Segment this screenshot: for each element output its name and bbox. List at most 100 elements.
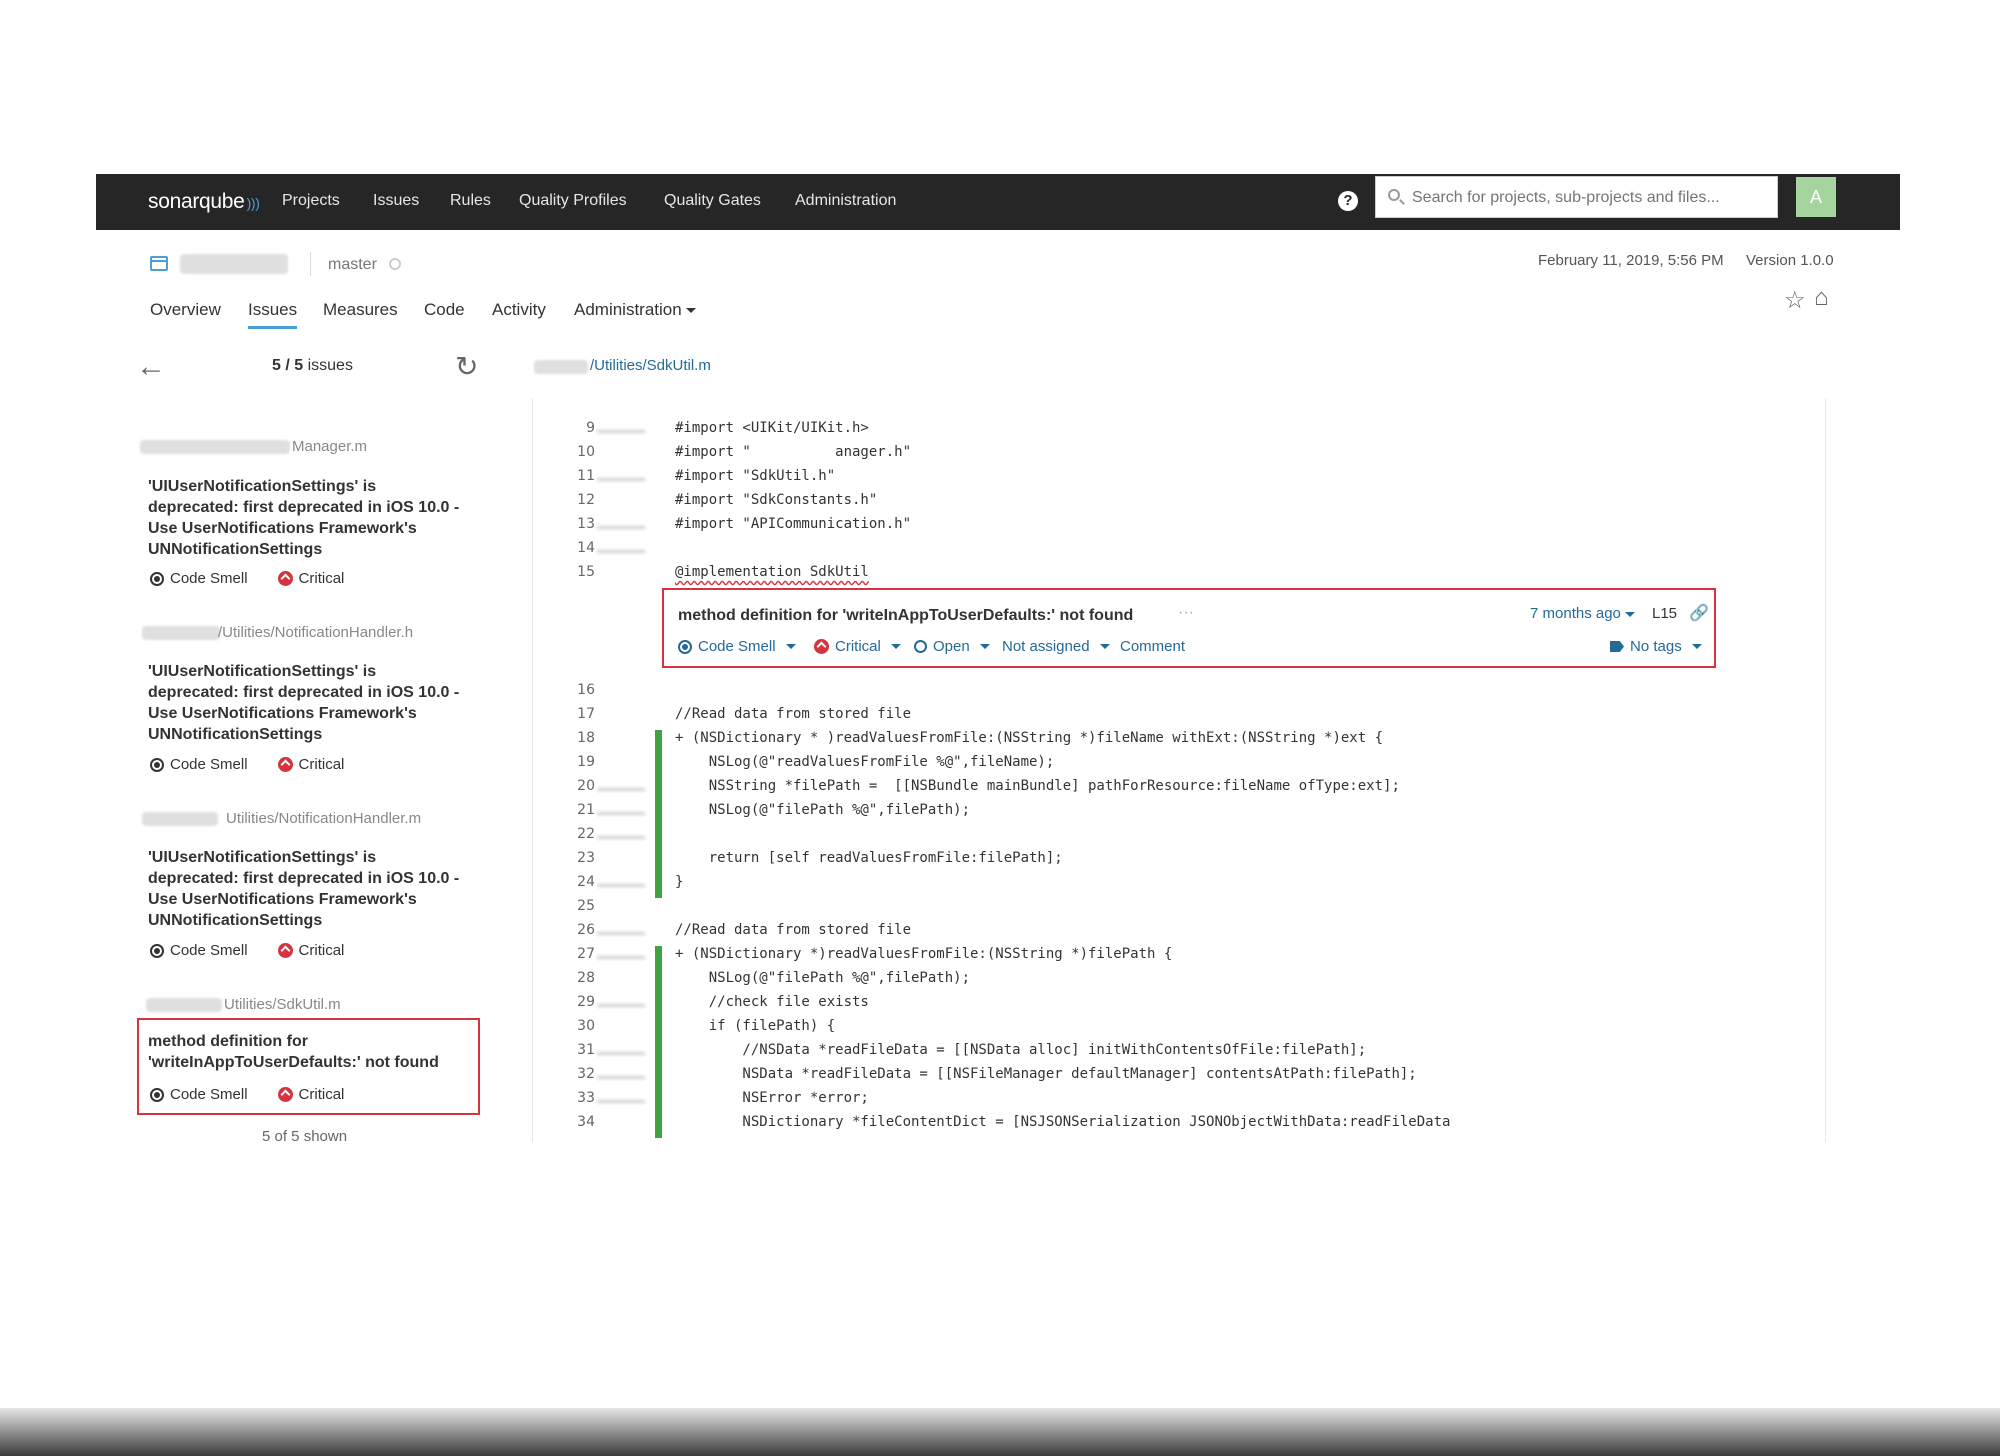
file-path-breadcrumb[interactable]: /Utilities/SdkUtil.m bbox=[590, 357, 711, 374]
line-number[interactable]: 14 bbox=[551, 540, 595, 556]
shown-count: 5 of 5 shown bbox=[262, 1128, 348, 1145]
line-number[interactable]: 24 bbox=[551, 874, 595, 890]
redacted-blame bbox=[597, 884, 645, 887]
more-dots-icon[interactable]: ··· bbox=[1178, 604, 1194, 622]
line-number[interactable]: 33 bbox=[551, 1090, 595, 1106]
code-smell-icon bbox=[150, 1087, 164, 1102]
tab-activity[interactable]: Activity bbox=[492, 300, 546, 320]
critical-icon bbox=[277, 1087, 293, 1102]
coverage-bar bbox=[655, 802, 662, 826]
code-line: 34 NSDictionary *fileContentDict = [NSJS… bbox=[533, 1114, 1825, 1138]
redacted-blame bbox=[597, 1076, 645, 1079]
coverage-bar bbox=[655, 1114, 662, 1138]
help-icon[interactable]: ? bbox=[1338, 191, 1358, 211]
line-number[interactable]: 19 bbox=[551, 754, 595, 770]
code-smell-icon bbox=[150, 943, 164, 958]
star-icon[interactable]: ☆ bbox=[1784, 286, 1806, 315]
home-icon[interactable]: ⌂ bbox=[1814, 284, 1829, 312]
line-number[interactable]: 29 bbox=[551, 994, 595, 1010]
redacted-blame bbox=[597, 550, 645, 553]
nav-quality-gates[interactable]: Quality Gates bbox=[664, 192, 761, 210]
nav-rules[interactable]: Rules bbox=[450, 192, 491, 210]
sonarqube-logo[interactable]: sonarqube))) bbox=[148, 190, 260, 214]
code-smell-icon bbox=[150, 757, 164, 772]
redacted-file bbox=[142, 812, 218, 826]
issue-message[interactable]: method definition for 'writeInAppToUserD… bbox=[678, 607, 1133, 625]
line-number[interactable]: 28 bbox=[551, 970, 595, 986]
coverage-bar bbox=[655, 970, 662, 994]
issue-message[interactable]: method definition for 'writeInAppToUserD… bbox=[148, 1031, 474, 1073]
assignee-dropdown[interactable]: Not assigned bbox=[1002, 638, 1110, 655]
issue-file: Manager.m bbox=[292, 438, 368, 455]
line-number[interactable]: 18 bbox=[551, 730, 595, 746]
chevron-down-icon bbox=[1624, 611, 1635, 617]
tab-code[interactable]: Code bbox=[424, 300, 465, 320]
code-text: } bbox=[675, 874, 684, 890]
line-number[interactable]: 27 bbox=[551, 946, 595, 962]
issue-type-dropdown[interactable]: Code Smell bbox=[678, 638, 796, 655]
line-number[interactable]: 15 bbox=[551, 564, 595, 580]
nav-projects[interactable]: Projects bbox=[282, 192, 340, 210]
issue-age[interactable]: 7 months ago bbox=[1530, 605, 1635, 622]
nav-administration[interactable]: Administration bbox=[795, 192, 896, 210]
line-number[interactable]: 10 bbox=[551, 444, 595, 460]
permalink-icon[interactable]: 🔗 bbox=[1689, 603, 1709, 623]
project-version: Version 1.0.0 bbox=[1746, 252, 1834, 269]
issue-count: 5 / 5 issues bbox=[272, 357, 353, 374]
critical-icon bbox=[277, 943, 293, 958]
line-number[interactable]: 12 bbox=[551, 492, 595, 508]
line-number[interactable]: 23 bbox=[551, 850, 595, 866]
user-avatar[interactable]: A bbox=[1796, 177, 1836, 217]
back-arrow-icon[interactable]: ← bbox=[136, 350, 166, 384]
line-number[interactable]: 21 bbox=[551, 802, 595, 818]
tab-issues[interactable]: Issues bbox=[248, 300, 298, 329]
redacted-path bbox=[534, 360, 588, 374]
code-text: #import "APICommunication.h" bbox=[675, 516, 912, 532]
code-text: @implementation SdkUtil bbox=[675, 564, 869, 580]
code-text: //Read data from stored file bbox=[675, 706, 912, 722]
nav-quality-profiles[interactable]: Quality Profiles bbox=[519, 192, 627, 210]
code-line: 30 if (filePath) { bbox=[533, 1018, 1825, 1042]
line-number[interactable]: 9 bbox=[551, 420, 595, 436]
global-search[interactable] bbox=[1375, 176, 1778, 219]
code-line: 9 #import <UIKit/UIKit.h> bbox=[533, 420, 1825, 444]
code-text: #import " anager.h" bbox=[675, 444, 912, 460]
line-number[interactable]: 16 bbox=[551, 682, 595, 698]
line-number[interactable]: 22 bbox=[551, 826, 595, 842]
branch-help-icon[interactable] bbox=[389, 258, 401, 270]
tab-measures[interactable]: Measures bbox=[323, 300, 398, 320]
code-text: NSLog(@"filePath %@",filePath); bbox=[675, 802, 971, 818]
line-number[interactable]: 31 bbox=[551, 1042, 595, 1058]
redacted-blame bbox=[597, 788, 645, 791]
line-number[interactable]: 20 bbox=[551, 778, 595, 794]
line-number[interactable]: 17 bbox=[551, 706, 595, 722]
issue-message[interactable]: 'UIUserNotificationSettings' is deprecat… bbox=[148, 847, 470, 931]
nav-issues[interactable]: Issues bbox=[373, 192, 419, 210]
reload-icon[interactable]: ↻ bbox=[455, 350, 478, 383]
issue-meta: Code Smell Critical bbox=[150, 942, 344, 959]
comment-link[interactable]: Comment bbox=[1120, 638, 1185, 655]
issue-message[interactable]: 'UIUserNotificationSettings' is deprecat… bbox=[148, 661, 470, 745]
issue-meta: Code Smell Critical bbox=[150, 756, 344, 773]
tab-administration[interactable]: Administration bbox=[574, 300, 696, 320]
severity-dropdown[interactable]: Critical bbox=[814, 638, 901, 655]
line-number[interactable]: 30 bbox=[551, 1018, 595, 1034]
coverage-bar bbox=[655, 730, 662, 754]
code-line: 18 + (NSDictionary * )readValuesFromFile:… bbox=[533, 730, 1825, 754]
line-number[interactable]: 13 bbox=[551, 516, 595, 532]
issue-message[interactable]: 'UIUserNotificationSettings' is deprecat… bbox=[148, 476, 470, 560]
code-line: 19 NSLog(@"readValuesFromFile %@",fileNa… bbox=[533, 754, 1825, 778]
tags-dropdown[interactable]: No tags bbox=[1610, 638, 1702, 655]
status-dropdown[interactable]: Open bbox=[914, 638, 990, 655]
code-line: 28 NSLog(@"filePath %@",filePath); bbox=[533, 970, 1825, 994]
line-number[interactable]: 11 bbox=[551, 468, 595, 484]
line-number[interactable]: 34 bbox=[551, 1114, 595, 1130]
tab-overview[interactable]: Overview bbox=[150, 300, 221, 320]
line-number[interactable]: 25 bbox=[551, 898, 595, 914]
line-number[interactable]: 32 bbox=[551, 1066, 595, 1082]
branch-name[interactable]: master bbox=[328, 256, 377, 274]
line-number[interactable]: 26 bbox=[551, 922, 595, 938]
code-line: 27 + (NSDictionary *)readValuesFromFile:(… bbox=[533, 946, 1825, 970]
code-line: 23 return [self readValuesFromFile:fileP… bbox=[533, 850, 1825, 874]
search-input[interactable] bbox=[1410, 177, 1774, 219]
